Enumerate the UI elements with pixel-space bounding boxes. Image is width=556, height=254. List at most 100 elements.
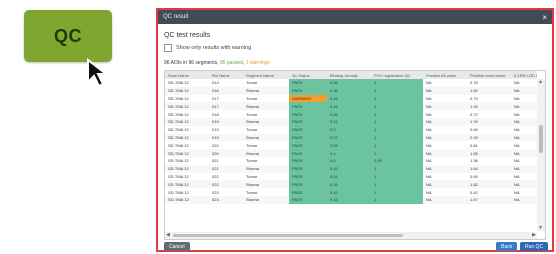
qc-tile-button[interactable]: QC [24, 10, 112, 62]
column-header[interactable]: Binding Density [327, 71, 371, 79]
checkbox-label: Show only results with warning [176, 45, 252, 51]
table-cell: NA [423, 86, 467, 95]
column-header[interactable]: Positive norm factor [467, 71, 511, 79]
table-cell: PASS [289, 79, 327, 87]
table-cell: 1 [371, 180, 423, 189]
table-row[interactable]: SD-TMA 12 017 Tumor WARNING 0.42 1 NA 0.73 NA [165, 94, 537, 103]
table-cell: NA [423, 102, 467, 111]
table-cell: 0.42 [470, 189, 478, 195]
table-cell: 0.39 [327, 180, 371, 189]
back-button[interactable]: Back [496, 242, 518, 251]
close-icon[interactable]: × [542, 13, 547, 22]
table-cell: 020 [212, 142, 219, 148]
table-row[interactable]: SD-TMA 12 018 Stroma PASS 0.41 1 NA 1.76 NA [165, 117, 537, 126]
table-cell: 1 [371, 133, 423, 142]
table-row[interactable]: SD-TMA 12 021 Stroma PASS 0.42 1 NA 1.64 NA [165, 164, 537, 173]
warning-filter-checkbox[interactable]: Show only results with warning [164, 44, 251, 52]
table-cell: 1.67 [467, 195, 511, 204]
table-cell: 0.59 [327, 141, 371, 150]
table-cell: 023 [212, 189, 219, 195]
table-cell: 1 [371, 79, 423, 87]
horizontal-scrollbar[interactable]: ◀ ▶ [165, 232, 537, 239]
summary-warnings: 1 warnings [245, 60, 270, 66]
qc-tile-label: QC [54, 25, 82, 46]
table-cell: Stroma [243, 164, 289, 173]
table-cell: Tumor [246, 158, 258, 164]
table-cell: 0.37 [327, 133, 371, 142]
column-header[interactable]: Roi Name [209, 71, 243, 79]
table-cell: NA [426, 189, 432, 195]
table-cell: NA [514, 142, 520, 148]
table-row[interactable]: SD-TMA 12 016 Stroma PASS 0.38 1 NA 1.82 NA [165, 86, 537, 95]
table-row[interactable]: SD-TMA 12 020 Stroma PASS 0.4 1 NA 1.65 NA [165, 149, 537, 157]
table-cell: PASS [289, 133, 327, 142]
table-cell: Stroma [243, 102, 289, 111]
table-row[interactable]: SD-TMA 12 017 Stroma PASS 0.43 1 NA 1.49 NA [165, 102, 537, 111]
column-header[interactable]: Segment Name [243, 71, 289, 79]
table-cell: NA [426, 173, 432, 179]
table-row[interactable]: SD-TMA 12 022 Stroma PASS 0.39 1 NA 1.82 NA [165, 180, 537, 189]
table-row[interactable]: SD-TMA 12 014 Tumor PASS 0.56 1 NA 0.78 NA [165, 79, 537, 87]
table-cell: PASS [289, 156, 327, 165]
table-cell: 0.66 [327, 110, 371, 118]
run-qc-button[interactable]: Run QC [520, 242, 549, 251]
table-cell: NA [423, 133, 467, 142]
table-cell: 0.38 [327, 86, 371, 95]
column-header[interactable]: Qc Status [289, 71, 327, 79]
table-cell: 0.5 [327, 125, 371, 134]
table-cell: 0.41 [327, 117, 371, 126]
table-cell: 0.43 [327, 102, 371, 111]
table-row[interactable]: SD-TMA 12 021 Tumor PASS 0.5 2.99 NA 1.36 NA [165, 156, 537, 165]
table-cell: 1.49 [467, 102, 511, 111]
table-cell: NA [511, 133, 537, 142]
table-cell: Tumor [246, 95, 258, 101]
table-row[interactable]: SD-TMA 12 019 Tumor PASS 0.5 1 NA 0.69 NA [165, 125, 537, 134]
table-cell: NA [514, 158, 520, 164]
table-cell: PASS [289, 102, 327, 111]
vertical-scroll-thumb[interactable] [539, 125, 543, 153]
table-row[interactable]: SD-TMA 12 023 Tumor PASS 0.42 1 NA 0.42 NA [165, 188, 537, 196]
column-header[interactable]: Positive 83 value [423, 71, 467, 79]
summary-passed: 95 passed [219, 60, 243, 66]
table-row[interactable]: SD-TMA 12 020 Tumor PASS 0.59 1 NA 0.61 NA [165, 141, 537, 150]
table-cell: 1.36 [470, 158, 478, 164]
table-cell: NA [511, 117, 537, 126]
table-cell: SD-TMA 12 [165, 149, 209, 157]
table-cell: 1 [371, 125, 423, 134]
scroll-up-icon[interactable]: ▲ [538, 79, 543, 85]
scroll-right-icon[interactable]: ▶ [532, 232, 536, 238]
table-cell: PASS [289, 195, 327, 204]
table-cell: NA [423, 117, 467, 126]
vertical-scrollbar[interactable]: ▲ ▼ [537, 79, 545, 231]
table-row[interactable]: SD-TMA 12 018 Tumor PASS 0.66 1 NA 0.72 NA [165, 110, 537, 118]
table-row[interactable]: SD-TMA 12 022 Tumor PASS 0.51 1 NA 0.65 NA [165, 172, 537, 181]
table-cell: PASS [289, 117, 327, 126]
horizontal-scroll-thumb[interactable] [173, 234, 403, 237]
summary-main: 96 AOIs in 96 segments, [164, 60, 220, 66]
scroll-left-icon[interactable]: ◀ [166, 232, 170, 238]
table-cell: SD-TMA 12 [165, 180, 209, 189]
table-cell: 0.73 [470, 95, 478, 101]
table-row[interactable]: SD-TMA 12 019 Stroma PASS 0.37 1 NA 2.03 NA [165, 133, 537, 142]
table-cell: SD-TMA 12 [168, 111, 189, 117]
cancel-button[interactable]: Cancel [164, 242, 190, 251]
table-cell: NA [514, 189, 520, 195]
table-cell: Tumor [246, 142, 258, 148]
table-cell: NA [514, 95, 520, 101]
table-cell: SD-TMA 12 [168, 95, 189, 101]
scroll-down-icon[interactable]: ▼ [538, 225, 543, 231]
qc-results-table: Scan Name Roi Name Segment Name Qc Status Bi… [164, 70, 546, 240]
table-cell: 018 [212, 111, 219, 117]
table-cell: Tumor [246, 189, 258, 195]
table-cell: 0.65 [470, 173, 478, 179]
table-cell: 2.99 [371, 156, 423, 165]
table-cell: NA [511, 164, 537, 173]
table-row[interactable]: SD-TMA 12 023 Stroma PASS 0.43 1 NA 1.67 NA [165, 195, 537, 204]
table-cell: 0.4 [327, 149, 371, 157]
column-header[interactable]: POV registration QC [371, 71, 423, 79]
column-header[interactable]: Scan Name [165, 71, 209, 79]
table-cell: WARNING [289, 94, 327, 103]
table-cell: PASS [289, 180, 327, 189]
column-header[interactable]: 0-1RN LOD QC [511, 71, 537, 79]
checkbox-icon[interactable] [164, 44, 172, 52]
